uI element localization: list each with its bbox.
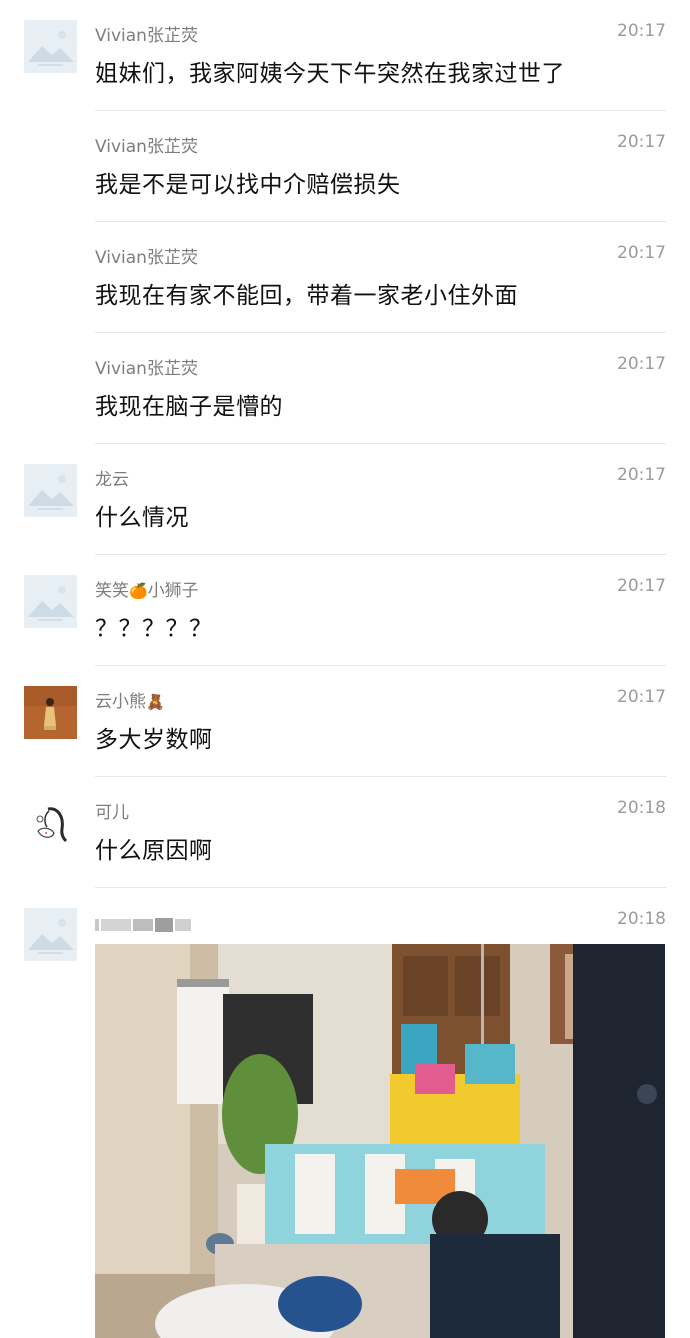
message-text: 什么原因啊 xyxy=(95,838,213,864)
message-time: 20:17 xyxy=(617,21,666,41)
sender-name: Vivian张芷荧 xyxy=(95,26,198,46)
chat-message: Vivian张芷荧 20:17 我现在有家不能回，带着一家老小住外面 xyxy=(0,222,690,333)
sender-name: Vivian张芷荧 xyxy=(95,248,198,268)
room-photo-icon xyxy=(95,944,665,1338)
message-text: 什么情况 xyxy=(95,505,189,531)
sender-name-suffix: 小狮子 xyxy=(147,581,199,601)
chat-message: 笑笑🍊小狮子 20:17 ？？？？？ xyxy=(0,555,690,666)
message-text: 我现在有家不能回，带着一家老小住外面 xyxy=(95,283,518,309)
sketch-portrait-icon xyxy=(24,797,77,850)
message-time: 20:17 xyxy=(617,576,666,596)
mountain-placeholder-icon xyxy=(24,908,77,961)
avatar[interactable] xyxy=(24,686,77,739)
sender-name: 龙云 xyxy=(95,470,129,490)
photo-attachment[interactable] xyxy=(95,944,665,1338)
message-text: 我现在脑子是懵的 xyxy=(95,394,283,420)
message-text: ？？？？？ xyxy=(95,616,213,642)
message-time: 20:17 xyxy=(617,687,666,707)
sender-name: 云小熊🧸 xyxy=(95,687,165,712)
message-time: 20:17 xyxy=(617,243,666,263)
message-time: 20:18 xyxy=(617,909,666,929)
chat-message: Vivian张芷荧 20:17 姐妹们，我家阿姨今天下午突然在我家过世了 xyxy=(0,0,690,111)
message-text: 我是不是可以找中介赔偿损失 xyxy=(95,172,401,198)
avatar[interactable] xyxy=(24,797,77,850)
sender-name: Vivian张芷荧 xyxy=(95,137,198,157)
orange-icon: 🍊 xyxy=(129,582,148,600)
sender-name-part: 云小熊 xyxy=(95,692,146,712)
avatar[interactable] xyxy=(24,20,77,73)
message-text: 姐妹们，我家阿姨今天下午突然在我家过世了 xyxy=(95,61,565,87)
message-time: 20:17 xyxy=(617,465,666,485)
chat-message: 可儿 20:18 什么原因啊 xyxy=(0,777,690,888)
mountain-placeholder-icon xyxy=(24,575,77,628)
person-photo-icon xyxy=(24,686,77,739)
message-time: 20:17 xyxy=(617,354,666,374)
message-time: 20:17 xyxy=(617,132,666,152)
sender-name: 可儿 xyxy=(95,803,129,823)
avatar[interactable] xyxy=(24,575,77,628)
message-text: 多大岁数啊 xyxy=(95,727,213,753)
sender-name-part: 笑笑 xyxy=(95,581,129,601)
message-time: 20:18 xyxy=(617,798,666,818)
sender-name: Vivian张芷荧 xyxy=(95,359,198,379)
mountain-placeholder-icon xyxy=(24,20,77,73)
chat-message: Vivian张芷荧 20:17 我现在脑子是懵的 xyxy=(0,333,690,444)
mountain-placeholder-icon xyxy=(24,464,77,517)
chat-message: 龙云 20:17 什么情况 xyxy=(0,444,690,555)
avatar[interactable] xyxy=(24,464,77,517)
chat-message: Vivian张芷荧 20:17 我是不是可以找中介赔偿损失 xyxy=(0,111,690,222)
avatar[interactable] xyxy=(24,908,77,961)
bear-icon: 🧸 xyxy=(146,693,165,711)
obscured-name-icon xyxy=(95,918,191,932)
chat-message: 云小熊🧸 20:17 多大岁数啊 xyxy=(0,666,690,777)
sender-name: 笑笑🍊小狮子 xyxy=(95,576,199,601)
